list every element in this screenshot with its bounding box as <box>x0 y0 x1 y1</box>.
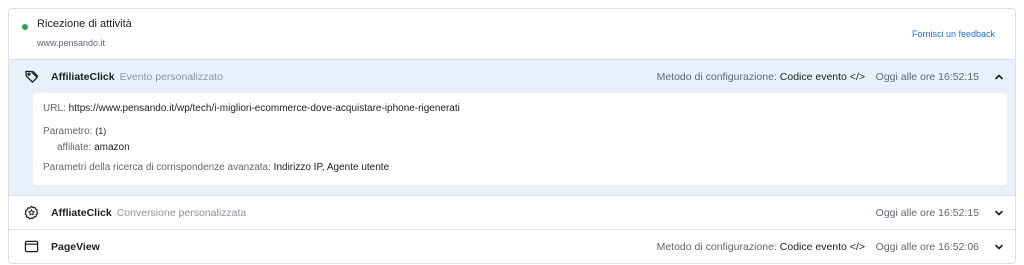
event-details: URL: https://www.pensando.it/wp/tech/i-m… <box>33 93 1007 185</box>
event-type: Evento personalizzato <box>119 71 223 83</box>
header-domain: www.pensando.it <box>37 38 106 48</box>
browser-window-icon <box>24 239 39 254</box>
event-affliateclick: AffliateClick Conversione personalizzata … <box>9 195 1015 229</box>
event-pageview: PageView Metodo di configurazione: Codic… <box>9 229 1015 263</box>
detail-url-value: https://www.pensando.it/wp/tech/i-miglio… <box>68 103 460 114</box>
event-name: AffiliateClick Evento personalizzato <box>51 71 223 83</box>
event-timestamp: Oggi alle ore 16:52:15 <box>875 71 979 83</box>
chevron-up-icon[interactable] <box>993 71 1005 83</box>
event-affiliateclick: AffiliateClick Evento personalizzato Meto… <box>9 59 1015 200</box>
detail-parameter: Parametro: (1) <box>43 126 107 137</box>
event-row-toggle[interactable]: AffliateClick Conversione personalizzata … <box>9 196 1015 230</box>
detail-url: URL: https://www.pensando.it/wp/tech/i-m… <box>43 103 460 114</box>
header-title: Ricezione di attività <box>37 18 132 30</box>
status-dot-icon <box>22 24 28 30</box>
event-row-toggle[interactable]: PageView Metodo di configurazione: Codic… <box>9 230 1015 263</box>
event-row-toggle[interactable]: AffiliateClick Evento personalizzato Meto… <box>9 60 1015 94</box>
feedback-link[interactable]: Fornisci un feedback <box>912 29 995 39</box>
event-timestamp: Oggi alle ore 16:52:06 <box>875 241 979 253</box>
setup-method: Metodo di configurazione: Codice evento … <box>656 241 865 253</box>
event-timestamp: Oggi alle ore 16:52:15 <box>875 207 979 219</box>
chevron-down-icon[interactable] <box>993 241 1005 253</box>
event-name: PageView <box>51 241 100 253</box>
tag-icon <box>24 69 39 84</box>
badge-icon <box>24 205 39 220</box>
detail-affiliate-value: amazon <box>94 142 130 153</box>
setup-method-value: Codice evento </> <box>779 71 865 83</box>
detail-parameter-count: (1) <box>95 126 107 136</box>
chevron-down-icon[interactable] <box>993 207 1005 219</box>
event-name: AffliateClick Conversione personalizzata <box>51 207 247 219</box>
setup-method: Metodo di configurazione: Codice evento … <box>656 71 865 83</box>
detail-affiliate: affiliate: amazon <box>57 142 130 153</box>
activity-header: Ricezione di attività www.pensando.it Fo… <box>9 9 1015 59</box>
activity-panel: Ricezione di attività www.pensando.it Fo… <box>8 8 1016 264</box>
setup-method-value: Codice evento </> <box>779 241 865 253</box>
detail-advanced-matching: Parametri della ricerca di corrispondenz… <box>43 162 390 173</box>
event-type: Conversione personalizzata <box>116 207 247 219</box>
detail-advanced-matching-value: Indirizzo IP, Agente utente <box>273 162 390 173</box>
